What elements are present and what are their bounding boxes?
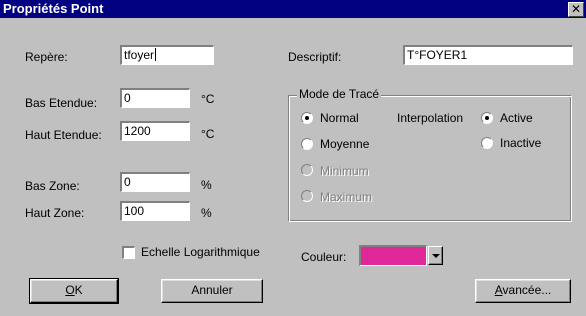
text-caret <box>155 48 157 61</box>
close-button[interactable]: ✕ <box>568 2 584 17</box>
haut-etendue-input[interactable]: 1200 <box>120 121 190 141</box>
echelle-checkbox[interactable] <box>122 246 135 259</box>
bas-zone-label: Bas Zone: <box>25 179 80 193</box>
avancee-accel: A <box>494 283 503 297</box>
repere-label: Repère: <box>25 50 68 64</box>
radio-inactive-label: Inactive <box>500 136 542 150</box>
descriptif-input[interactable]: T°FOYER1 <box>403 45 573 65</box>
radio-minimum <box>301 164 313 176</box>
radio-normal-label: Normal <box>320 111 359 125</box>
dialog-window: Propriétés Point ✕ Repère: tfoyer Descri… <box>0 0 586 316</box>
haut-zone-input[interactable]: 100 <box>120 201 190 221</box>
haut-etendue-value: 1200 <box>124 124 151 138</box>
chevron-down-icon <box>432 254 440 258</box>
bas-zone-unit: % <box>201 178 212 192</box>
bas-zone-value: 0 <box>124 175 131 189</box>
mode-trace-legend: Mode de Tracé <box>297 87 382 101</box>
descriptif-value: T°FOYER1 <box>407 48 468 62</box>
descriptif-label: Descriptif: <box>288 50 342 64</box>
annuler-button[interactable]: Annuler <box>161 279 263 303</box>
bas-etendue-value: 0 <box>124 91 131 105</box>
haut-etendue-label: Haut Etendue: <box>25 128 102 142</box>
annuler-label: Annuler <box>191 283 233 297</box>
close-icon: ✕ <box>570 2 582 16</box>
ok-label: K <box>74 283 83 297</box>
radio-minimum-label: Minimum <box>320 164 369 178</box>
ok-accel: O <box>65 283 75 297</box>
couleur-label: Couleur: <box>301 250 347 264</box>
echelle-label: Echelle Logarithmique <box>141 245 260 259</box>
avancee-label: vancée... <box>502 283 552 297</box>
color-swatch[interactable] <box>359 245 427 266</box>
haut-zone-value: 100 <box>124 204 145 218</box>
title-bar: Propriétés Point ✕ <box>0 0 586 18</box>
radio-moyenne-label: Moyenne <box>320 137 370 151</box>
color-dropdown-button[interactable] <box>428 246 443 265</box>
interpolation-label: Interpolation <box>397 111 464 125</box>
radio-maximum <box>301 190 313 202</box>
ok-button[interactable]: OK <box>29 278 119 304</box>
repere-value: tfoyer <box>124 48 155 62</box>
radio-inactive[interactable] <box>481 137 493 149</box>
haut-zone-unit: % <box>201 206 212 220</box>
bas-etendue-label: Bas Etendue: <box>25 96 98 110</box>
radio-maximum-label: Maximum <box>320 190 373 204</box>
radio-active-label: Active <box>500 111 533 125</box>
avancee-button[interactable]: Avancée... <box>475 279 571 303</box>
bas-etendue-unit: °C <box>201 92 215 106</box>
radio-selected-dot <box>485 116 489 120</box>
radio-selected-dot <box>305 116 309 120</box>
radio-active[interactable] <box>481 112 493 124</box>
radio-moyenne[interactable] <box>301 138 313 150</box>
window-title: Propriétés Point <box>3 1 104 16</box>
repere-input[interactable]: tfoyer <box>120 45 214 65</box>
haut-zone-label: Haut Zone: <box>25 206 85 220</box>
bas-zone-input[interactable]: 0 <box>120 172 190 192</box>
haut-etendue-unit: °C <box>201 127 215 141</box>
radio-normal[interactable] <box>301 112 313 124</box>
bas-etendue-input[interactable]: 0 <box>120 88 190 108</box>
